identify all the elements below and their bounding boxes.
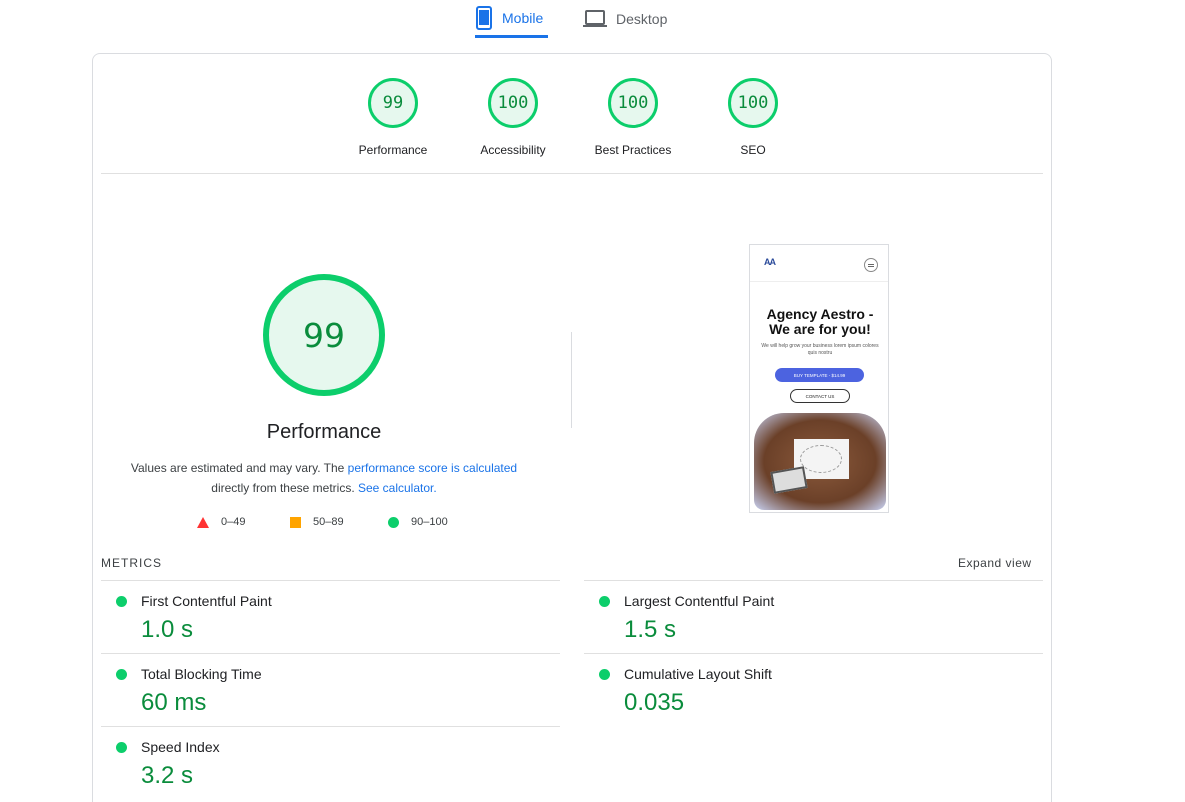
smartphone-icon bbox=[476, 5, 492, 30]
gauge-seo[interactable]: 100 SEO bbox=[698, 78, 808, 157]
laptop-icon bbox=[583, 10, 607, 27]
pass-circle-icon bbox=[116, 742, 127, 753]
performance-explanation: Values are estimated and may vary. The p… bbox=[113, 458, 535, 498]
tab-mobile[interactable]: Mobile bbox=[475, 0, 548, 38]
contact-us-button: CONTACT US bbox=[790, 389, 850, 403]
gauge-label: Best Practices bbox=[594, 143, 672, 157]
divider bbox=[750, 281, 888, 282]
metric-value: 60 ms bbox=[141, 689, 207, 716]
divider bbox=[101, 173, 1043, 174]
legend-average: 50–89 bbox=[290, 516, 344, 528]
pass-circle-icon bbox=[599, 596, 610, 607]
metric-speed-index: Speed Index 3.2 s bbox=[101, 726, 560, 799]
performance-title: Performance bbox=[266, 421, 382, 443]
gauge-accessibility[interactable]: 100 Accessibility bbox=[458, 78, 568, 157]
triangle-icon bbox=[197, 516, 209, 528]
legend-average-label: 50–89 bbox=[313, 516, 344, 528]
metric-largest-contentful-paint: Largest Contentful Paint 1.5 s bbox=[584, 580, 1043, 653]
site-logo: AA bbox=[764, 257, 776, 267]
legend-pass-label: 90–100 bbox=[411, 516, 448, 528]
thumbnail-headline: Agency Aestro - We are for you! bbox=[766, 306, 874, 337]
see-calculator-link[interactable]: See calculator. bbox=[358, 481, 437, 495]
score-calculated-link[interactable]: performance score is calculated bbox=[348, 461, 517, 475]
thumbnail-subtext: We will help grow your business lorem ip… bbox=[761, 343, 879, 356]
pass-circle-icon bbox=[116, 669, 127, 680]
performance-gauge-large: 99 bbox=[263, 274, 385, 396]
metric-first-contentful-paint: First Contentful Paint 1.0 s bbox=[101, 580, 560, 653]
metric-total-blocking-time: Total Blocking Time 60 ms bbox=[101, 653, 560, 726]
gauge-performance[interactable]: 99 Performance bbox=[338, 78, 448, 157]
legend-pass: 90–100 bbox=[388, 516, 448, 528]
metric-title: Total Blocking Time bbox=[141, 666, 262, 682]
laptop-image bbox=[770, 466, 808, 494]
gauge-label: SEO bbox=[740, 143, 766, 157]
gauge-best-practices[interactable]: 100 Best Practices bbox=[578, 78, 688, 157]
device-tabs: Mobile Desktop bbox=[0, 0, 1185, 40]
gauge-score: 99 bbox=[368, 78, 418, 128]
tab-desktop[interactable]: Desktop bbox=[583, 0, 678, 38]
gauge-score: 100 bbox=[728, 78, 778, 128]
gauge-score: 100 bbox=[488, 78, 538, 128]
gauge-score: 100 bbox=[608, 78, 658, 128]
tab-mobile-label: Mobile bbox=[502, 9, 544, 26]
metric-value: 3.2 s bbox=[141, 762, 194, 789]
pass-circle-icon bbox=[116, 596, 127, 607]
hero-image bbox=[754, 413, 886, 510]
score-legend: 0–49 50–89 90–100 bbox=[197, 516, 497, 534]
metric-cumulative-layout-shift: Cumulative Layout Shift 0.035 bbox=[584, 653, 1043, 726]
pass-circle-icon bbox=[599, 669, 610, 680]
category-gauges: 99 Performance 100 Accessibility 100 Bes… bbox=[93, 54, 1051, 174]
circle-icon bbox=[388, 516, 399, 528]
metric-value: 0.035 bbox=[624, 689, 685, 716]
legend-fail: 0–49 bbox=[197, 516, 245, 528]
square-icon bbox=[290, 516, 301, 528]
gauge-label: Accessibility bbox=[480, 143, 546, 157]
buy-template-button: BUY TEMPLATE - $14.99 bbox=[775, 368, 864, 382]
tab-desktop-label: Desktop bbox=[616, 11, 668, 27]
vertical-divider bbox=[571, 332, 572, 428]
metric-title: Largest Contentful Paint bbox=[624, 593, 775, 609]
explain-text-2: directly from these metrics. bbox=[211, 481, 358, 495]
metric-value: 1.5 s bbox=[624, 616, 677, 643]
legend-fail-label: 0–49 bbox=[221, 516, 246, 528]
report-card: 99 Performance 100 Accessibility 100 Bes… bbox=[92, 53, 1052, 802]
metrics-heading: METRICS bbox=[101, 556, 162, 570]
metric-title: Speed Index bbox=[141, 739, 220, 755]
metric-title: First Contentful Paint bbox=[141, 593, 272, 609]
metric-value: 1.0 s bbox=[141, 616, 194, 643]
expand-view-toggle[interactable]: Expand view bbox=[958, 556, 1032, 570]
metric-title: Cumulative Layout Shift bbox=[624, 666, 772, 682]
gauge-label: Performance bbox=[358, 143, 428, 157]
hamburger-menu-icon bbox=[864, 258, 878, 272]
explain-text-1: Values are estimated and may vary. The bbox=[130, 461, 348, 475]
page-screenshot-thumbnail[interactable]: AA Agency Aestro - We are for you! We wi… bbox=[749, 244, 889, 513]
